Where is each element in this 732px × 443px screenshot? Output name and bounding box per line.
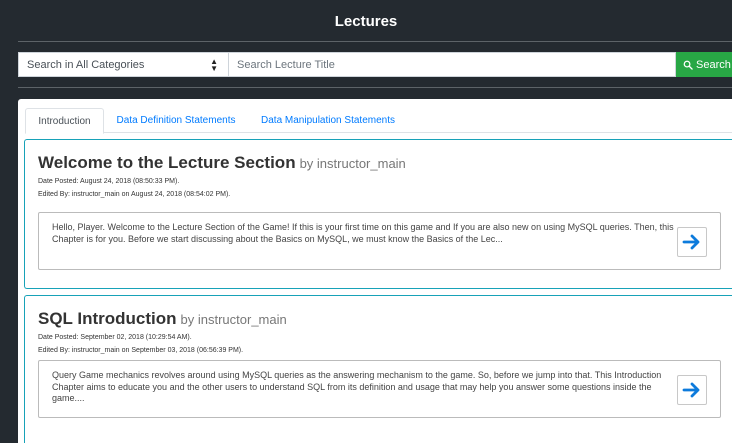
lecture-date-posted: Date Posted: August 24, 2018 (08:50:33 P… <box>38 178 180 185</box>
lecture-edited-by: Edited By: instructor_main on August 24,… <box>38 191 231 198</box>
tab-data-definition-statements[interactable]: Data Definition Statements <box>108 108 244 133</box>
search-icon <box>683 60 693 70</box>
lecture-date-posted: Date Posted: September 02, 2018 (10:29:5… <box>38 334 192 341</box>
lecture-author: by instructor_main <box>180 312 287 327</box>
lecture-title[interactable]: Welcome to the Lecture Section by instruc… <box>38 153 406 173</box>
lecture-author: by instructor_main <box>299 156 406 171</box>
search-bar: Search in All Categories ▲ ▼ Search Lectu… <box>18 52 732 77</box>
lecture-title-search-input[interactable]: Search Lecture Title <box>229 52 676 77</box>
open-lecture-button[interactable] <box>677 227 707 257</box>
lecture-title-text: SQL Introduction <box>38 309 177 328</box>
header-divider <box>18 41 732 42</box>
arrow-right-icon <box>682 382 700 398</box>
lectures-panel: Introduction Data Definition Statements … <box>18 99 732 443</box>
lecture-edited-by: Edited By: instructor_main on September … <box>38 347 244 354</box>
lecture-excerpt-text: Query Game mechanics revolves around usi… <box>52 370 662 403</box>
lecture-card: SQL Introduction by instructor_main Date … <box>24 295 732 443</box>
open-lecture-button[interactable] <box>677 375 707 405</box>
lecture-title-text: Welcome to the Lecture Section <box>38 153 296 172</box>
select-arrows-icon: ▲ ▼ <box>210 56 218 73</box>
lecture-title[interactable]: SQL Introduction by instructor_main <box>38 309 287 329</box>
arrow-right-icon <box>682 234 700 250</box>
lecture-card: Welcome to the Lecture Section by instruc… <box>24 139 732 289</box>
lecture-excerpt: Query Game mechanics revolves around usi… <box>38 360 721 418</box>
lecture-excerpt: Hello, Player. Welcome to the Lecture Se… <box>38 212 721 270</box>
category-select-value: Search in All Categories <box>27 58 145 71</box>
category-tabs: Introduction Data Definition Statements … <box>25 108 732 134</box>
page-header: Lectures <box>0 0 732 42</box>
search-button-label: Search <box>696 58 731 71</box>
tab-introduction[interactable]: Introduction <box>25 108 104 134</box>
page-title: Lectures <box>334 13 398 30</box>
search-button[interactable]: Search <box>676 52 732 77</box>
category-select[interactable]: Search in All Categories ▲ ▼ <box>18 52 229 77</box>
tab-data-manipulation-statements[interactable]: Data Manipulation Statements <box>252 108 404 133</box>
lecture-excerpt-text: Hello, Player. Welcome to the Lecture Se… <box>52 222 674 244</box>
search-divider <box>18 87 732 88</box>
